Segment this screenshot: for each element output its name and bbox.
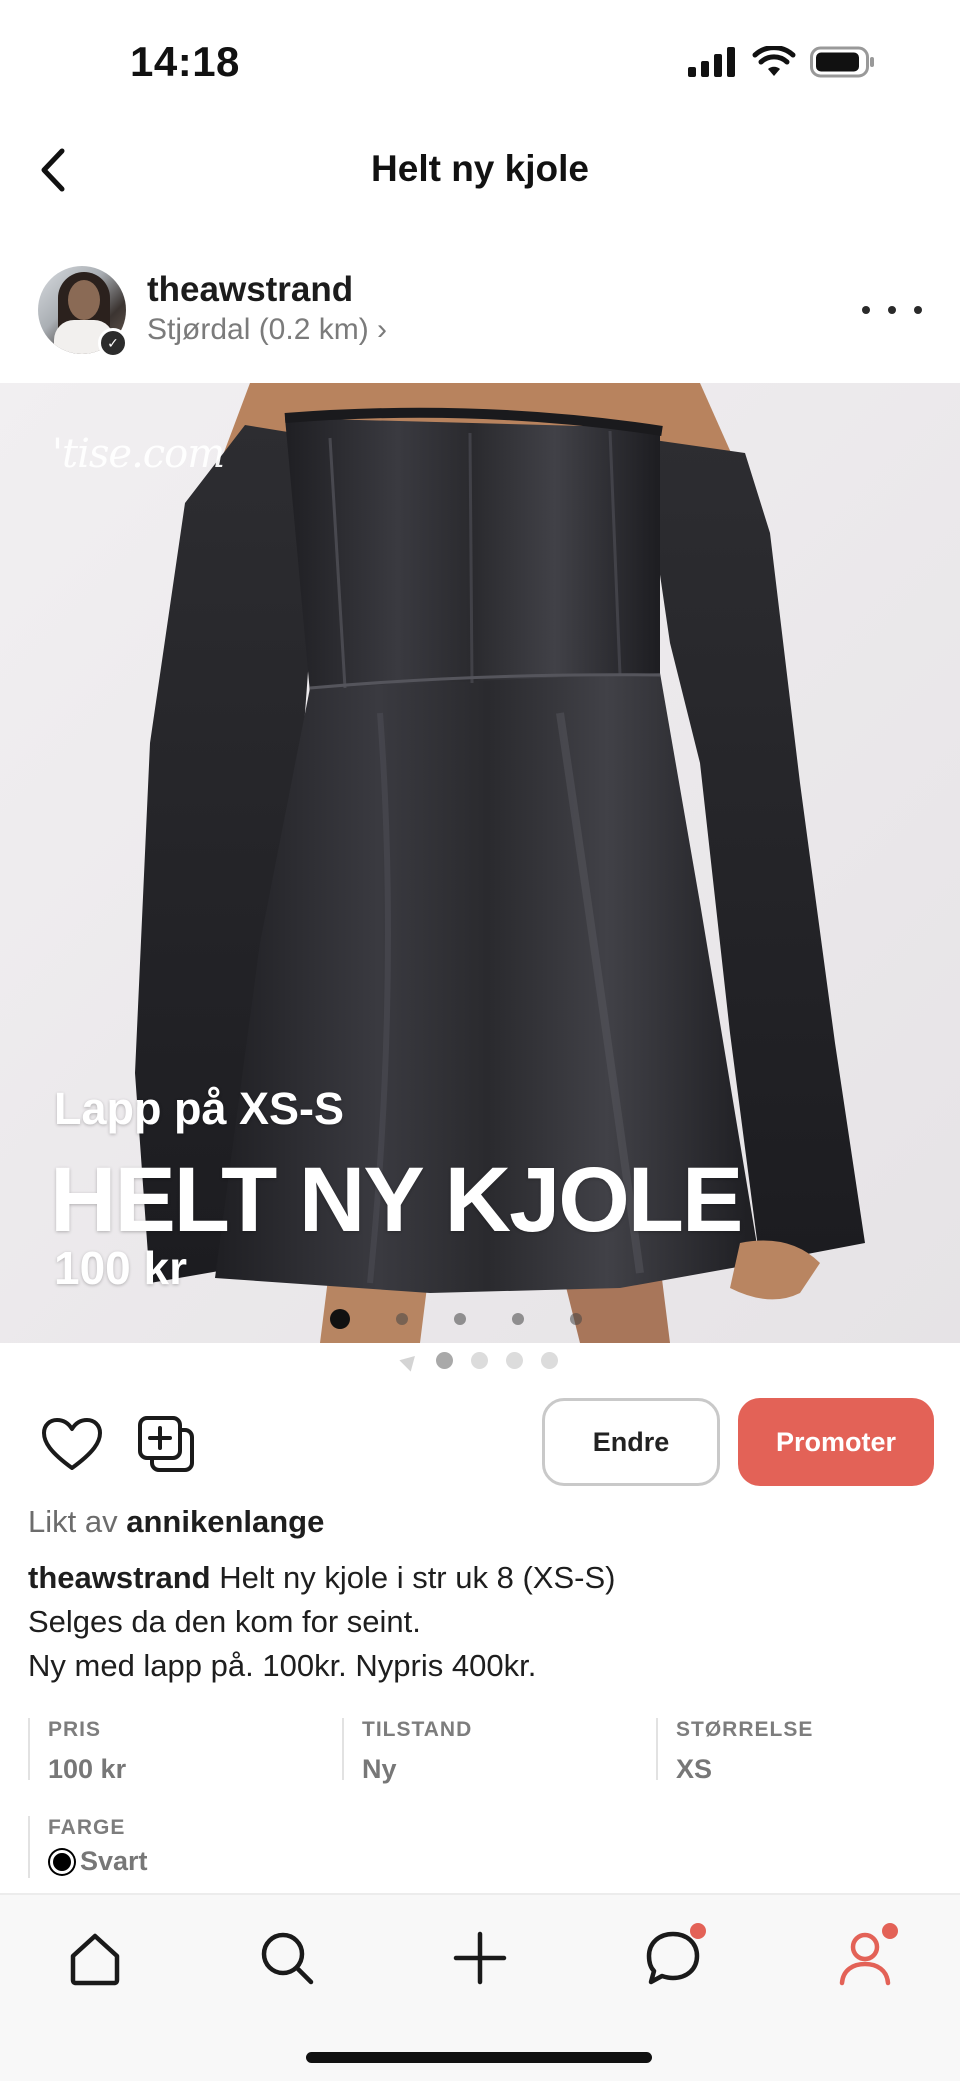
heart-icon: [42, 1418, 102, 1470]
image-pager[interactable]: [0, 1349, 960, 1372]
nav-bar: Helt ny kjole: [0, 120, 960, 220]
page-title: Helt ny kjole: [371, 148, 589, 189]
seller-username[interactable]: theawstrand: [147, 270, 353, 310]
detail-label: STØRRELSE: [676, 1718, 814, 1741]
pager-dot[interactable]: [471, 1352, 488, 1369]
location-arrow-icon: [399, 1349, 421, 1372]
more-dots-icon: [862, 306, 870, 314]
detail-size: STØRRELSE XS: [656, 1718, 932, 1784]
detail-value: Ny: [362, 1754, 397, 1784]
detail-value: XS: [676, 1754, 713, 1784]
description-line: Selges da den kom for seint.: [28, 1604, 421, 1639]
collection-add-icon: [138, 1416, 194, 1472]
detail-price: PRIS 100 kr: [28, 1718, 328, 1784]
like-button[interactable]: [40, 1416, 104, 1472]
detail-value: 100 kr: [48, 1754, 127, 1784]
tab-search[interactable]: [252, 1923, 322, 1993]
tise-watermark: 'tise.com: [52, 431, 225, 477]
pager-dot[interactable]: [436, 1352, 453, 1369]
color-swatch: [50, 1850, 74, 1874]
wifi-icon: [752, 46, 796, 76]
tab-new-listing[interactable]: [445, 1923, 515, 1993]
image-subtitle: Lapp på XS-S: [54, 1083, 345, 1134]
image-price: 100 kr: [54, 1242, 188, 1294]
liked-by-prefix: Likt av: [28, 1504, 118, 1539]
status-bar: 14:18: [0, 0, 960, 120]
listing-description: theawstrand Helt ny kjole i str uk 8 (XS…: [28, 1556, 928, 1688]
detail-label: PRIS: [48, 1718, 102, 1741]
action-row: Endre Promoter: [0, 1396, 960, 1488]
home-icon: [70, 1933, 120, 1986]
seller-row[interactable]: ✓ theawstrand Stjørdal (0.2 km) ›: [0, 256, 960, 376]
pager-dot[interactable]: [541, 1352, 558, 1369]
tab-bar: [0, 1893, 960, 2081]
tab-messages[interactable]: [638, 1923, 708, 1993]
description-line: Ny med lapp på. 100kr. Nypris 400kr.: [28, 1648, 537, 1683]
liked-by-user[interactable]: annikenlange: [126, 1504, 324, 1539]
more-options-button[interactable]: [862, 292, 922, 328]
verified-icon: ✓: [98, 328, 128, 358]
battery-icon: [810, 46, 874, 78]
signal-icon: [688, 47, 735, 77]
plus-icon: [453, 1931, 507, 1985]
search-icon: [261, 1932, 314, 1985]
add-to-collection-button[interactable]: [136, 1414, 196, 1474]
detail-label: TILSTAND: [362, 1718, 473, 1741]
status-icons: [688, 46, 876, 78]
notification-badge: [882, 1923, 898, 1939]
home-indicator[interactable]: [306, 2052, 652, 2063]
pager-dot[interactable]: [506, 1352, 523, 1369]
detail-value: Svart: [48, 1846, 328, 1877]
status-time: 14:18: [130, 38, 240, 85]
detail-condition: TILSTAND Ny: [342, 1718, 642, 1784]
notification-badge: [690, 1923, 706, 1939]
promote-button[interactable]: Promoter: [738, 1398, 934, 1486]
tab-home[interactable]: [60, 1923, 130, 1993]
listing-image[interactable]: 'tise.com Lapp på XS-S HELT NY KJOLE 100…: [0, 383, 960, 1343]
description-author[interactable]: theawstrand: [28, 1560, 211, 1595]
color-value: Svart: [80, 1846, 148, 1876]
seller-location[interactable]: Stjørdal (0.2 km) ›: [147, 313, 387, 347]
tab-profile[interactable]: [830, 1923, 900, 1993]
detail-label: FARGE: [48, 1816, 126, 1839]
image-dots: [330, 1309, 582, 1329]
description-line: Helt ny kjole i str uk 8 (XS-S): [219, 1560, 616, 1595]
edit-button[interactable]: Endre: [542, 1398, 720, 1486]
detail-color: FARGE Svart: [28, 1816, 328, 1878]
liked-by[interactable]: Likt av annikenlange: [28, 1504, 324, 1540]
image-title: HELT NY KJOLE: [50, 1149, 743, 1251]
